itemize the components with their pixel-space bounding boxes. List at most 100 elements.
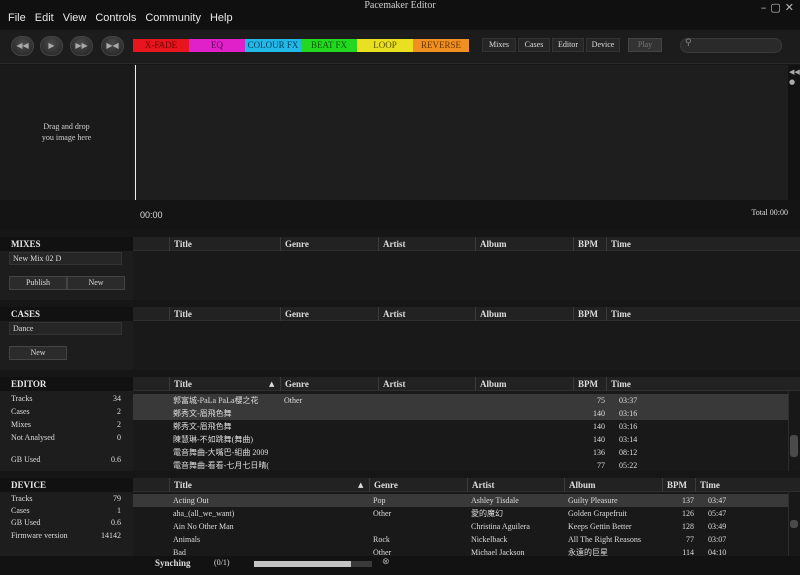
col-artist[interactable]: Artist [378, 307, 476, 321]
menu-file[interactable]: File [8, 12, 26, 24]
cell-bpm: 140 [593, 422, 605, 431]
col-time[interactable]: Time [695, 478, 729, 492]
play-pause-button[interactable]: ▶ [40, 36, 63, 56]
editor-stat-tracks: Tracks 34 [11, 394, 121, 403]
fx-button-beat-fx[interactable]: BEAT FX [301, 39, 357, 52]
cell-artist: Ashley Tisdale [471, 496, 519, 505]
sort-ascending-icon[interactable]: ▲ [358, 481, 363, 489]
sort-ascending-icon[interactable]: ▲ [269, 380, 274, 388]
device-stat-cases: Cases 1 [11, 506, 121, 514]
stat-value: 0.6 [111, 518, 121, 527]
cell-title: Acting Out [173, 496, 209, 505]
minimize-icon[interactable]: – [761, 1, 767, 14]
col-genre[interactable]: Genre [280, 377, 378, 391]
editor-column-header: Title Genre Artist Album BPM Time [133, 377, 800, 391]
view-editor-button[interactable]: Editor [552, 38, 584, 52]
new-mix-button[interactable]: New [67, 276, 125, 290]
col-bpm[interactable]: BPM [573, 237, 607, 251]
table-row[interactable]: 電音舞曲-大嘴巴-組曲 2009 136 08:12 [133, 446, 788, 459]
fx-button-loop[interactable]: LOOP [357, 39, 413, 52]
mix-select[interactable]: New Mix 02 D [9, 252, 122, 265]
fx-button-x-fade[interactable]: X-FADE [133, 39, 189, 52]
col-time[interactable]: Time [606, 237, 640, 251]
device-heading: DEVICE [0, 478, 133, 492]
table-row[interactable]: aha_(all_we_want) Other 愛的魔幻 Golden Grapefr… [133, 507, 788, 520]
col-artist[interactable]: Artist [467, 478, 565, 492]
col-genre[interactable]: Genre [369, 478, 467, 492]
menu-view[interactable]: View [63, 12, 87, 24]
fx-button-colour-fx[interactable]: COLOUR FX [245, 39, 301, 52]
cancel-sync-icon[interactable]: ⊗ [382, 557, 390, 567]
skip-button[interactable]: ▶◀ [101, 36, 124, 56]
mixes-grid[interactable] [133, 251, 800, 300]
table-row[interactable]: 陳慧琳-不如跳舞(舞曲) 140 03:14 [133, 433, 788, 446]
editor-stat-mixes: Mixes 2 [11, 420, 121, 429]
fast-forward-button[interactable]: ▶▶ [70, 36, 93, 56]
col-genre[interactable]: Genre [280, 237, 378, 251]
col-title[interactable]: Title [169, 307, 281, 321]
cell-time: 08:12 [619, 448, 638, 457]
view-device-button[interactable]: Device [586, 38, 620, 52]
col-title[interactable]: Title [169, 377, 281, 391]
stat-value: 0 [117, 433, 121, 442]
rail-dot-icon[interactable]: ● [789, 78, 795, 86]
table-row[interactable]: Acting Out Pop Ashley Tisdale Guilty Pleasu… [133, 494, 788, 507]
device-scroll-thumb[interactable] [790, 520, 798, 528]
stat-label: Not Analysed [11, 433, 55, 442]
col-album[interactable]: Album [475, 377, 573, 391]
time-total: Total 00:00 [751, 208, 788, 217]
fx-button-reverse[interactable]: REVERSE [413, 39, 469, 52]
stat-value: 34 [113, 394, 121, 403]
menu-community[interactable]: Community [145, 12, 201, 24]
view-cases-button[interactable]: Cases [518, 38, 550, 52]
waveform-area[interactable] [133, 65, 788, 205]
close-icon[interactable]: ✕ [785, 1, 794, 14]
col-genre[interactable]: Genre [280, 307, 378, 321]
col-album[interactable]: Album [564, 478, 662, 492]
editor-stat-not-analysed: Not Analysed 0 [11, 433, 121, 442]
table-row[interactable]: Ain No Other Man Christina Aguilera Keeps … [133, 520, 788, 533]
col-album[interactable]: Album [475, 307, 573, 321]
col-bpm[interactable]: BPM [662, 478, 696, 492]
playhead[interactable] [135, 65, 136, 205]
col-title[interactable]: Title [169, 237, 281, 251]
cell-album: Guilty Pleasure [568, 496, 618, 505]
sync-progress-bar [254, 561, 372, 567]
rewind-button[interactable]: ◀◀ [11, 36, 34, 56]
col-time[interactable]: Time [606, 377, 640, 391]
image-drop-zone[interactable]: Drag and drop you image here [0, 65, 133, 200]
col-title[interactable]: Title [169, 478, 369, 492]
rail-collapse-icon[interactable]: ◀◀ [789, 68, 800, 76]
col-artist[interactable]: Artist [378, 377, 476, 391]
table-row[interactable]: Animals Rock Nickelback All The Right Reaso… [133, 533, 788, 546]
view-mixes-button[interactable]: Mixes [482, 38, 516, 52]
menu-help[interactable]: Help [210, 12, 233, 24]
right-rail [788, 65, 800, 205]
search-input[interactable] [680, 38, 782, 53]
new-case-button[interactable]: New [9, 346, 67, 360]
editor-scroll-thumb[interactable] [790, 435, 798, 457]
table-row[interactable]: 郭富城-PaLa PaLa櫻之花 Other 75 03:37 [133, 394, 788, 407]
publish-button[interactable]: Publish [9, 276, 67, 290]
menu-edit[interactable]: Edit [35, 12, 54, 24]
case-select[interactable]: Dance [9, 322, 122, 335]
stat-label: Cases [11, 506, 30, 514]
cell-time: 03:16 [619, 422, 638, 431]
menu-controls[interactable]: Controls [95, 12, 136, 24]
stat-value: 14142 [101, 531, 121, 540]
play-button[interactable]: Play [628, 38, 662, 52]
table-row[interactable]: 鄭秀文-眉飛色舞 140 03:16 [133, 407, 788, 420]
cases-grid[interactable] [133, 321, 800, 370]
editor-scrollbar[interactable] [788, 391, 800, 471]
col-time[interactable]: Time [606, 307, 640, 321]
table-row[interactable]: 鄭秀文-眉飛色舞 140 03:16 [133, 420, 788, 433]
col-album[interactable]: Album [475, 237, 573, 251]
col-bpm[interactable]: BPM [573, 377, 607, 391]
col-artist[interactable]: Artist [378, 237, 476, 251]
table-row[interactable]: 電音舞曲-看看-七月七日晴(77 05:22 [133, 459, 788, 472]
maximize-icon[interactable]: ▢ [770, 1, 780, 14]
fx-button-eq[interactable]: EQ [189, 39, 245, 52]
window-controls: – ▢ ✕ [761, 1, 794, 14]
cell-bpm: 77 [686, 535, 694, 544]
col-bpm[interactable]: BPM [573, 307, 607, 321]
